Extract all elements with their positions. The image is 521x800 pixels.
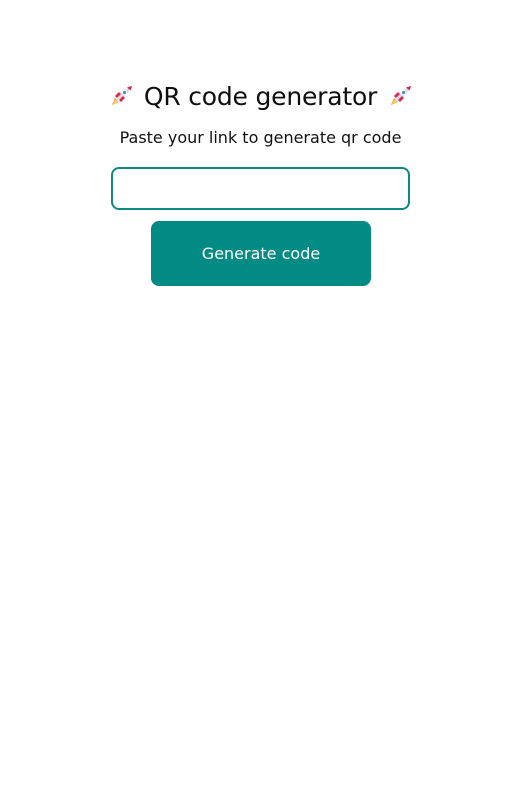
link-prompt-label: Paste your link to generate qr code bbox=[119, 128, 402, 147]
qr-generator-page: QR code generator Paste your link to gen… bbox=[0, 0, 521, 800]
rocket-icon bbox=[108, 83, 134, 109]
title-text: QR code generator bbox=[143, 81, 378, 111]
page-title: QR code generator bbox=[0, 78, 521, 114]
generate-code-button[interactable]: Generate code bbox=[151, 221, 371, 286]
rocket-icon bbox=[387, 83, 413, 109]
link-input[interactable] bbox=[111, 167, 410, 210]
